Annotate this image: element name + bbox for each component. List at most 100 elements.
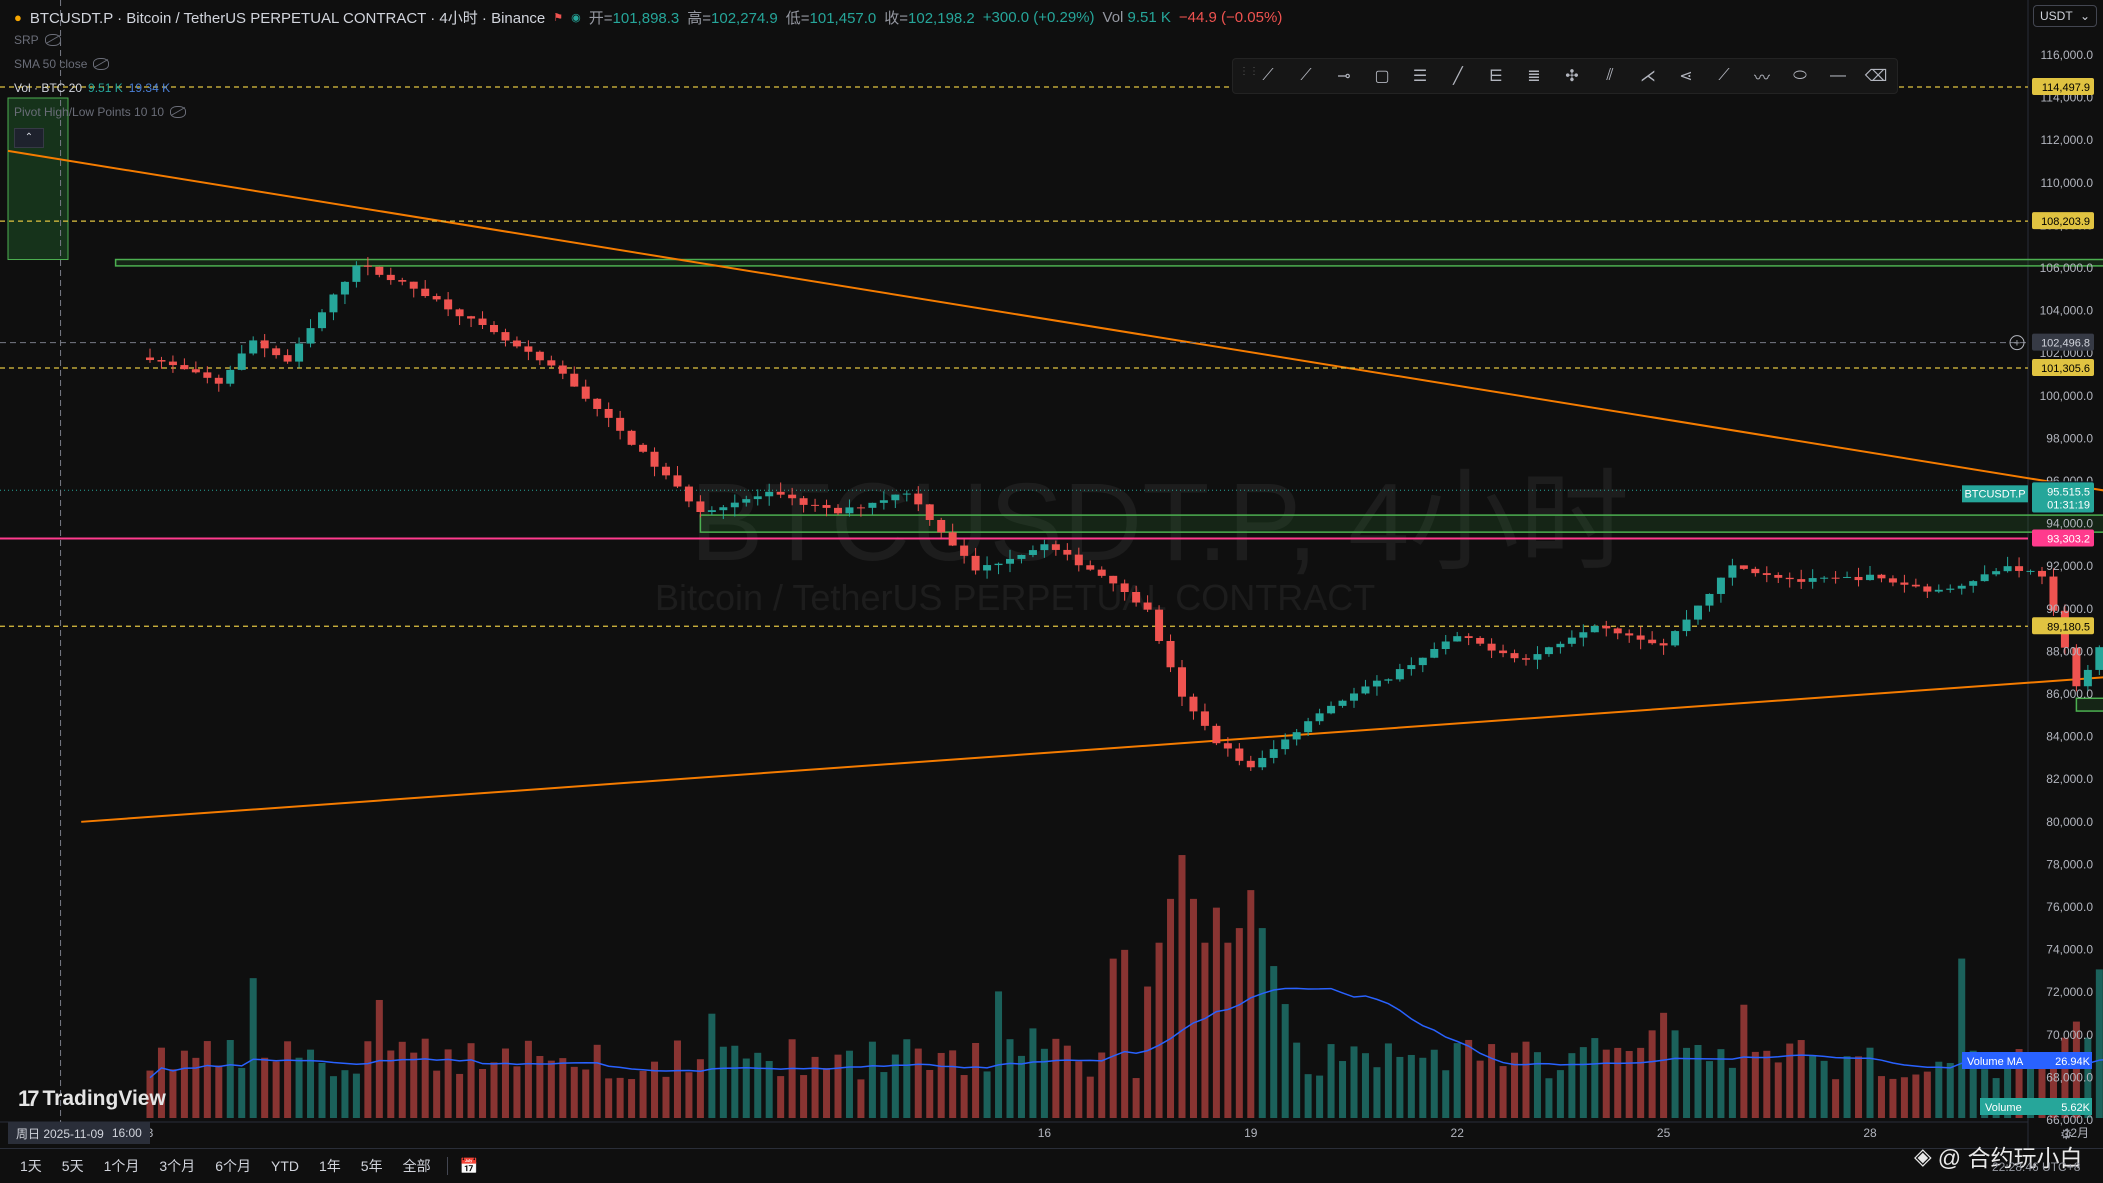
volume-bar (582, 1070, 589, 1118)
timeframe-1m[interactable]: 1个月 (94, 1156, 150, 1176)
volume-bar (1247, 890, 1254, 1118)
currency-select[interactable]: USDT⌄ (2033, 5, 2097, 27)
volume-bar (1901, 1077, 1908, 1118)
volume-bar (984, 1071, 991, 1118)
candle-body (501, 332, 509, 340)
candle-body (960, 546, 968, 556)
candle-body (1579, 632, 1587, 637)
candle-body (1614, 628, 1622, 633)
parallel-channel-icon[interactable]: ☰ (1403, 62, 1437, 90)
candle-body (169, 362, 177, 365)
plus-icon: + (2014, 338, 2020, 350)
volume-bar (1660, 1013, 1667, 1118)
indicator-sma[interactable]: SMA 50 close (14, 57, 109, 71)
price-tick-label: 78,000.0 (2046, 857, 2093, 871)
candle-body (203, 372, 211, 377)
timeframe-5d[interactable]: 5天 (52, 1156, 94, 1176)
symbol-title[interactable]: BTCUSDT.P · Bitcoin / TetherUS PERPETUAL… (30, 7, 545, 28)
indicator-volume[interactable]: Vol · BTC 209.51 K19.34 K (14, 81, 170, 95)
volume-bar (1396, 1057, 1403, 1118)
volume-bar (1362, 1053, 1369, 1118)
candle-body (284, 355, 292, 361)
volume-bar (548, 1061, 555, 1118)
xabcd-pattern-icon[interactable]: ⋌ (1631, 62, 1665, 90)
ray-icon[interactable]: ⟋ (1289, 62, 1323, 90)
timeframe-all[interactable]: 全部 (393, 1156, 441, 1176)
volume-bar (1477, 1061, 1484, 1118)
pitchfork-icon[interactable]: ⋿ (1479, 62, 1513, 90)
candle-body (696, 501, 704, 512)
cypher-pattern-icon[interactable]: ⋖ (1669, 62, 1703, 90)
candle-body (1511, 653, 1519, 658)
candle-body (444, 299, 452, 309)
rectangle-icon[interactable]: ▢ (1365, 62, 1399, 90)
candle-body (1946, 589, 1954, 590)
eraser-icon[interactable]: ⌫ (1859, 62, 1893, 90)
candle-body (513, 341, 521, 347)
timeframe-1y[interactable]: 1年 (309, 1156, 351, 1176)
timeframe-ytd[interactable]: YTD (261, 1158, 309, 1174)
elliott-wave-icon[interactable]: 〰 (1745, 62, 1779, 90)
timeframe-6m[interactable]: 6个月 (205, 1156, 261, 1176)
price-tick-label: 66,000.0 (2046, 1113, 2093, 1127)
volume-bar (1270, 966, 1277, 1118)
candle-body (1017, 555, 1025, 559)
gear-icon[interactable]: ⚙ (2060, 1126, 2073, 1143)
volume-bar (972, 1043, 979, 1118)
info-line-icon[interactable]: ╱ (1441, 62, 1475, 90)
volume-bar (1740, 1005, 1747, 1118)
brush-icon[interactable]: ⫽ (1593, 62, 1627, 90)
horizontal-ray-icon[interactable]: ⊸ (1327, 62, 1361, 90)
indicator-srp[interactable]: SRP (14, 33, 61, 47)
fib-retracement-icon[interactable]: ≣ (1517, 62, 1551, 90)
calendar-range-icon[interactable]: 📅 (454, 1157, 485, 1175)
candle-body (1350, 693, 1358, 700)
volume-bar (674, 1040, 681, 1118)
volume-bar (1500, 1066, 1507, 1118)
price-chart[interactable]: BTCUSDT.P, 4小时Bitcoin / TetherUS PERPETU… (0, 0, 2103, 1148)
collapse-indicators-button[interactable]: ⌃ (14, 128, 44, 148)
candle-body (1809, 578, 1817, 582)
volume-bar (1087, 1077, 1094, 1118)
volume-bar (364, 1041, 371, 1118)
hidden-eye-icon[interactable] (170, 106, 186, 118)
volume-bar (319, 1063, 326, 1118)
timeframe-5y[interactable]: 5年 (351, 1156, 393, 1176)
horizontal-line-icon[interactable]: — (1821, 62, 1855, 90)
candle-body (226, 370, 234, 384)
volume-bar (1889, 1079, 1896, 1118)
candle-body (1797, 579, 1805, 582)
volume-bar (1626, 1051, 1633, 1118)
hidden-eye-icon[interactable] (93, 58, 109, 70)
bitcoin-icon: ● (14, 10, 22, 25)
candle-body (662, 467, 670, 476)
volume-bar (284, 1041, 291, 1118)
tradingview-logo[interactable]: 17TradingView (18, 1086, 166, 1112)
price-tick-label: 82,000.0 (2046, 772, 2093, 786)
volume-bar (2096, 969, 2103, 1118)
hidden-eye-icon[interactable] (45, 34, 61, 46)
open-label: 开= (589, 10, 613, 27)
candle-body (1361, 686, 1369, 693)
low-label: 低= (786, 10, 810, 27)
candle-body (1052, 544, 1060, 550)
candle-body (157, 360, 165, 362)
clock[interactable]: 22:28:46 UTC+8 (1992, 1160, 2080, 1174)
price-axis-label: 101,305.6 (2041, 363, 2090, 375)
candle-body (261, 340, 269, 348)
timeframe-3m[interactable]: 3个月 (149, 1156, 205, 1176)
flag-icon[interactable]: ⚑ (553, 11, 563, 24)
ellipse-icon[interactable]: ⬭ (1783, 62, 1817, 90)
volume-bar (1385, 1043, 1392, 1118)
gann-icon[interactable]: ✣ (1555, 62, 1589, 90)
trendline-icon[interactable]: ⟋ (1251, 62, 1285, 90)
volume-bar (800, 1075, 807, 1118)
timeframe-1d[interactable]: 1天 (0, 1156, 52, 1176)
pivot-label: Pivot High/Low Points 10 10 (14, 105, 164, 119)
candle-body (410, 282, 418, 289)
head-shoulders-icon[interactable]: ⟋ (1707, 62, 1741, 90)
indicator-pivot[interactable]: Pivot High/Low Points 10 10 (14, 105, 186, 119)
drag-handle-icon[interactable]: ⋮⋮ (1239, 67, 1247, 85)
candle-body (1224, 743, 1232, 748)
price-tick-label: 80,000.0 (2046, 815, 2093, 829)
